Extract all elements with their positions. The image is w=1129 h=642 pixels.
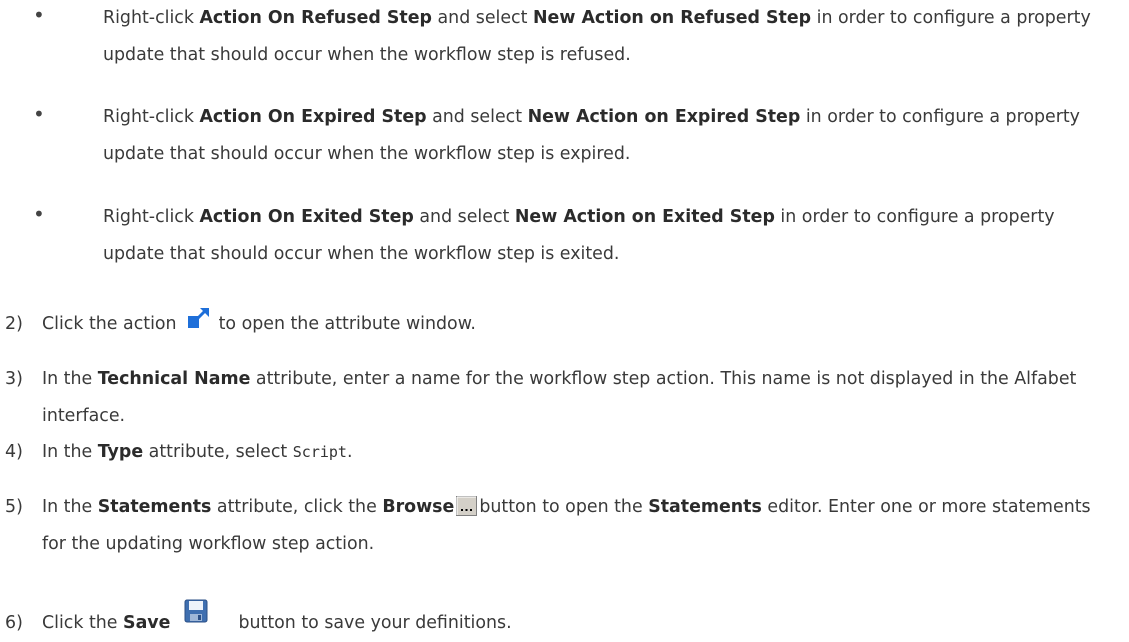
bullet-marker: • xyxy=(33,3,45,27)
bold-term: Type xyxy=(97,442,144,462)
text-run: and select xyxy=(426,107,528,127)
bullet-marker: • xyxy=(33,102,45,126)
step-text: Click the Save button to save your defini… xyxy=(42,599,1117,642)
step-number: 5) xyxy=(5,497,23,517)
text-run: and select xyxy=(413,207,515,227)
text-run: Right-click xyxy=(103,8,200,28)
bold-term: Action On Exited Step xyxy=(199,207,414,227)
code-value: Script xyxy=(292,443,347,461)
text-run: attribute, select xyxy=(143,442,293,462)
text-run: In the xyxy=(42,442,98,462)
bullet-text: Right-click Action On Expired Step and s… xyxy=(103,99,1113,172)
bold-term: Action On Expired Step xyxy=(199,107,427,127)
step-number: 3) xyxy=(5,369,23,389)
text-run: Click the xyxy=(42,613,124,633)
bullet-marker: • xyxy=(33,202,45,226)
step-number: 2) xyxy=(5,314,23,334)
text-run: In the xyxy=(42,369,98,389)
bullet-text: Right-click Action On Refused Step and s… xyxy=(103,0,1113,73)
text-run: . xyxy=(346,442,353,462)
bold-term: Save xyxy=(123,613,171,633)
step-text: Click the action to open the attribute wi… xyxy=(42,306,1117,343)
bold-term: Statements xyxy=(648,497,762,517)
text-run: attribute, click the xyxy=(211,497,383,517)
text-run: Right-click xyxy=(103,207,200,227)
browse-ellipsis-icon xyxy=(456,493,478,516)
step-text: In the Type attribute, select Script. xyxy=(42,434,1117,471)
bold-term: Statements xyxy=(97,497,212,517)
bold-term: New Action on Refused Step xyxy=(532,8,812,28)
text-run: and select xyxy=(431,8,533,28)
bold-term: Action On Refused Step xyxy=(199,8,432,28)
step-number: 6) xyxy=(5,613,23,633)
bold-term: Browse xyxy=(382,497,455,517)
bold-term: Technical Name xyxy=(97,369,251,389)
text-run: to open the attribute window. xyxy=(218,314,476,334)
step-number: 4) xyxy=(5,442,23,462)
text-run: Click the action xyxy=(42,314,177,334)
text-run: button to open the xyxy=(479,497,649,517)
open-attribute-window-icon xyxy=(183,303,213,333)
bold-term: New Action on Exited Step xyxy=(514,207,775,227)
document-page: • Right-click Action On Refused Step and… xyxy=(0,0,1129,641)
step-text: In the Statements attribute, click the B… xyxy=(42,489,1117,562)
text-run: In the xyxy=(42,497,98,517)
save-floppy-icon xyxy=(184,599,208,623)
text-run: button to save your definitions. xyxy=(238,613,512,633)
text-run: Right-click xyxy=(103,107,200,127)
bold-term: New Action on Expired Step xyxy=(527,107,801,127)
step-text: In the Technical Name attribute, enter a… xyxy=(42,361,1117,434)
bullet-text: Right-click Action On Exited Step and se… xyxy=(103,199,1113,272)
